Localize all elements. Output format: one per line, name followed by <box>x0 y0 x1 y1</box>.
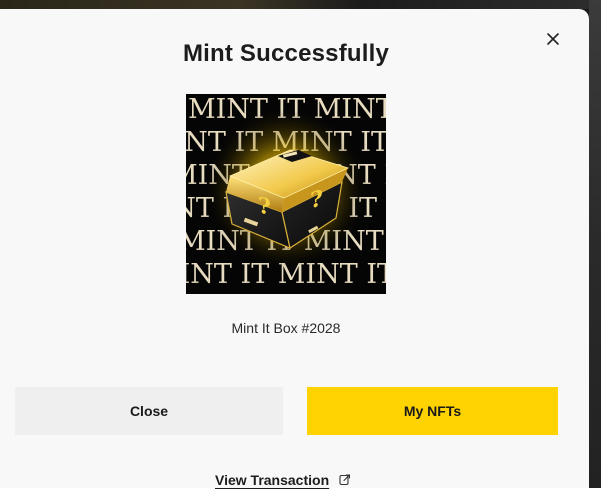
view-transaction-label: View Transaction <box>215 472 330 488</box>
external-link-icon <box>339 474 351 486</box>
close-icon[interactable] <box>543 29 563 49</box>
close-button[interactable]: Close <box>15 387 283 435</box>
nft-image: MINT IT MINT IT MINT IT MINT IT MINT IT … <box>186 94 386 294</box>
backdrop-right-strip <box>589 0 601 488</box>
backdrop-top-strip <box>0 0 601 9</box>
view-transaction-link[interactable]: View Transaction <box>215 470 351 490</box>
mint-success-modal: Mint Successfully MINT IT MINT NT IT T N… <box>0 9 589 488</box>
modal-title: Mint Successfully <box>182 40 390 67</box>
question-mark-left: ? <box>258 193 271 221</box>
my-nfts-button[interactable]: My NFTs <box>307 387 558 435</box>
question-mark-right: ? <box>310 185 323 215</box>
nft-name: Mint It Box #2028 <box>231 320 341 336</box>
